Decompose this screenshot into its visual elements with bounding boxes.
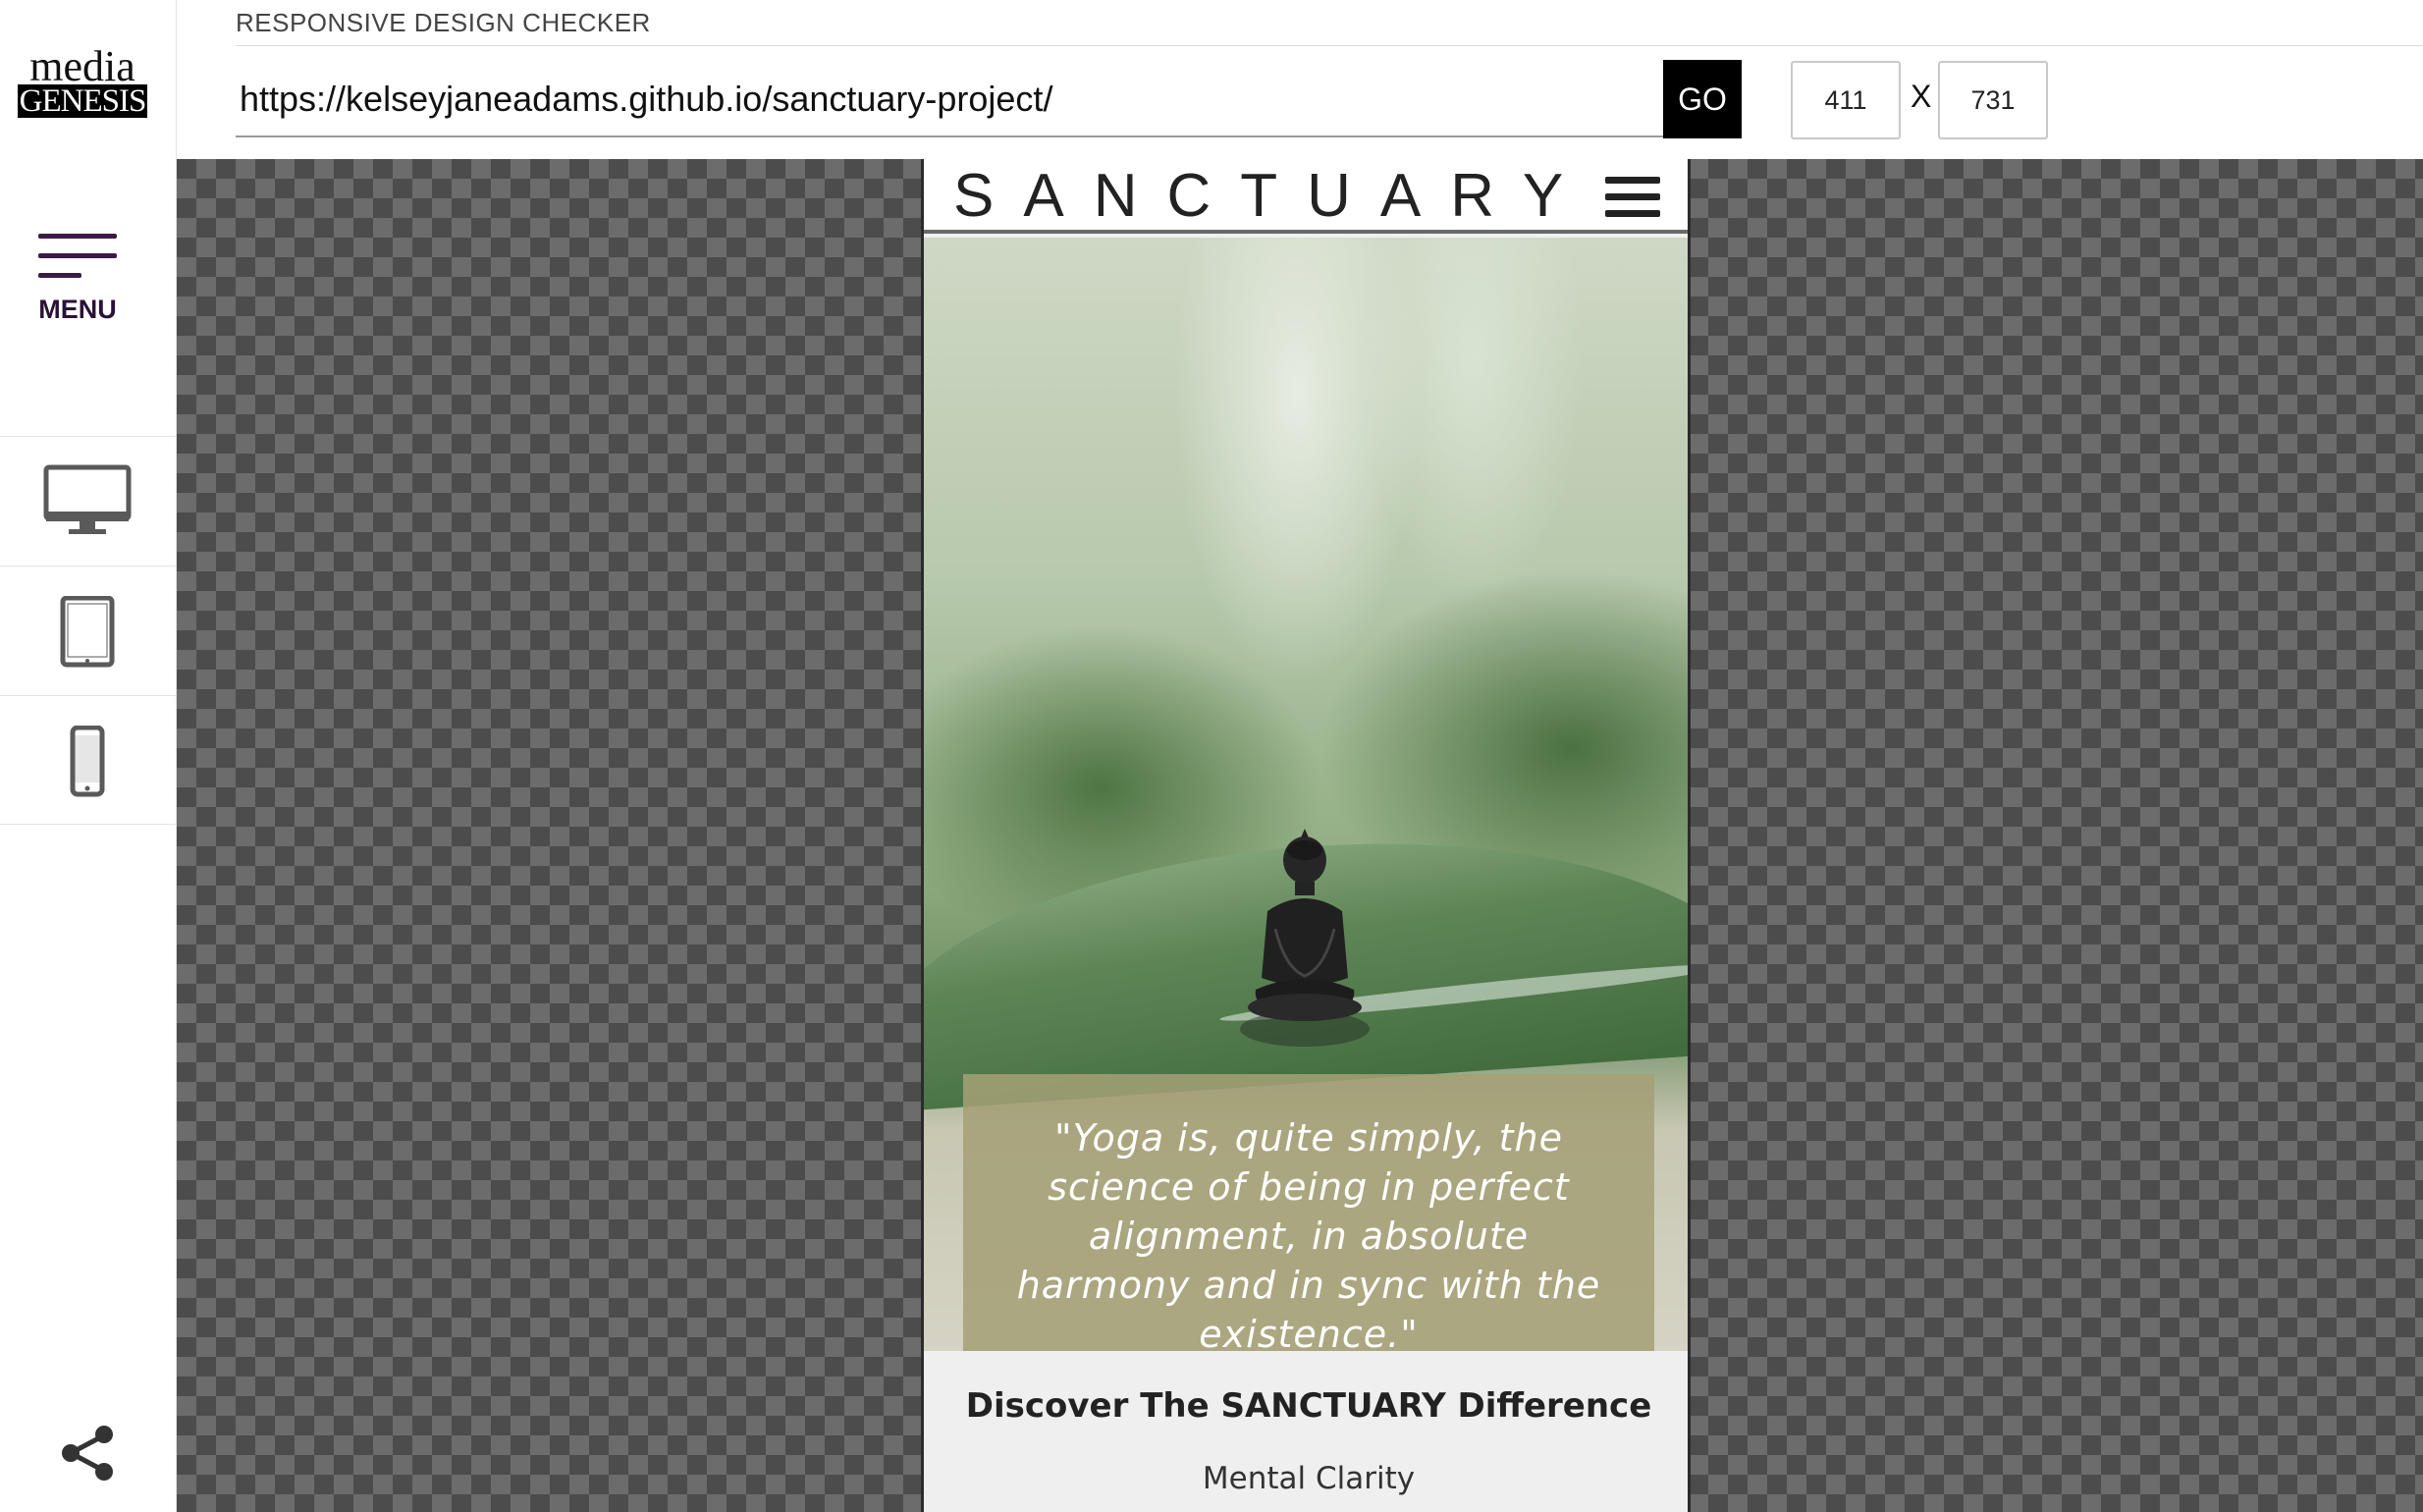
buddha-statue-image [1240, 829, 1370, 1047]
device-tablet-button[interactable] [0, 566, 177, 695]
toolbar: RESPONSIVE DESIGN CHECKER GO X [177, 0, 2423, 159]
device-desktop-button[interactable] [0, 436, 177, 566]
section-subheading: Mental Clarity [1202, 1461, 1416, 1496]
go-button[interactable]: GO [1663, 60, 1742, 138]
logo-text-media: media [29, 42, 135, 90]
app-title: RESPONSIVE DESIGN CHECKER [236, 8, 651, 37]
url-input[interactable] [236, 63, 1724, 137]
quote-text: "Yoga is, quite simply, the science of b… [1016, 1116, 1601, 1356]
desktop-monitor-icon [43, 464, 132, 534]
hamburger-menu-icon [38, 234, 117, 281]
preview-viewport[interactable]: SANCTUARY "Yoga is, quite simply, the sc… [921, 159, 1691, 1512]
title-divider [236, 45, 2423, 46]
quote-box: "Yoga is, quite simply, the science of b… [963, 1074, 1654, 1398]
menu-label: MENU [38, 295, 117, 324]
media-genesis-logo[interactable]: media GENESIS [18, 45, 147, 122]
sidebar: media GENESIS MENU [0, 0, 177, 1512]
logo-text-genesis: GENESIS [18, 83, 147, 119]
content-section: Discover The SANCTUARY Difference Mental… [924, 1351, 1688, 1512]
site-brand[interactable]: SANCTUARY [953, 161, 1592, 232]
site-hamburger-icon[interactable] [1605, 173, 1664, 222]
menu-button[interactable]: MENU [24, 226, 132, 334]
device-mobile-button[interactable] [0, 695, 177, 825]
section-heading: Discover The SANCTUARY Difference [965, 1386, 1652, 1426]
dimension-separator: X [1911, 79, 1932, 114]
tablet-icon [60, 596, 115, 668]
site-header: SANCTUARY [924, 159, 1688, 234]
share-icon[interactable] [57, 1422, 120, 1485]
viewport-height-input[interactable] [1938, 61, 2048, 139]
mobile-phone-icon [70, 726, 105, 797]
viewport-width-input[interactable] [1791, 61, 1901, 139]
